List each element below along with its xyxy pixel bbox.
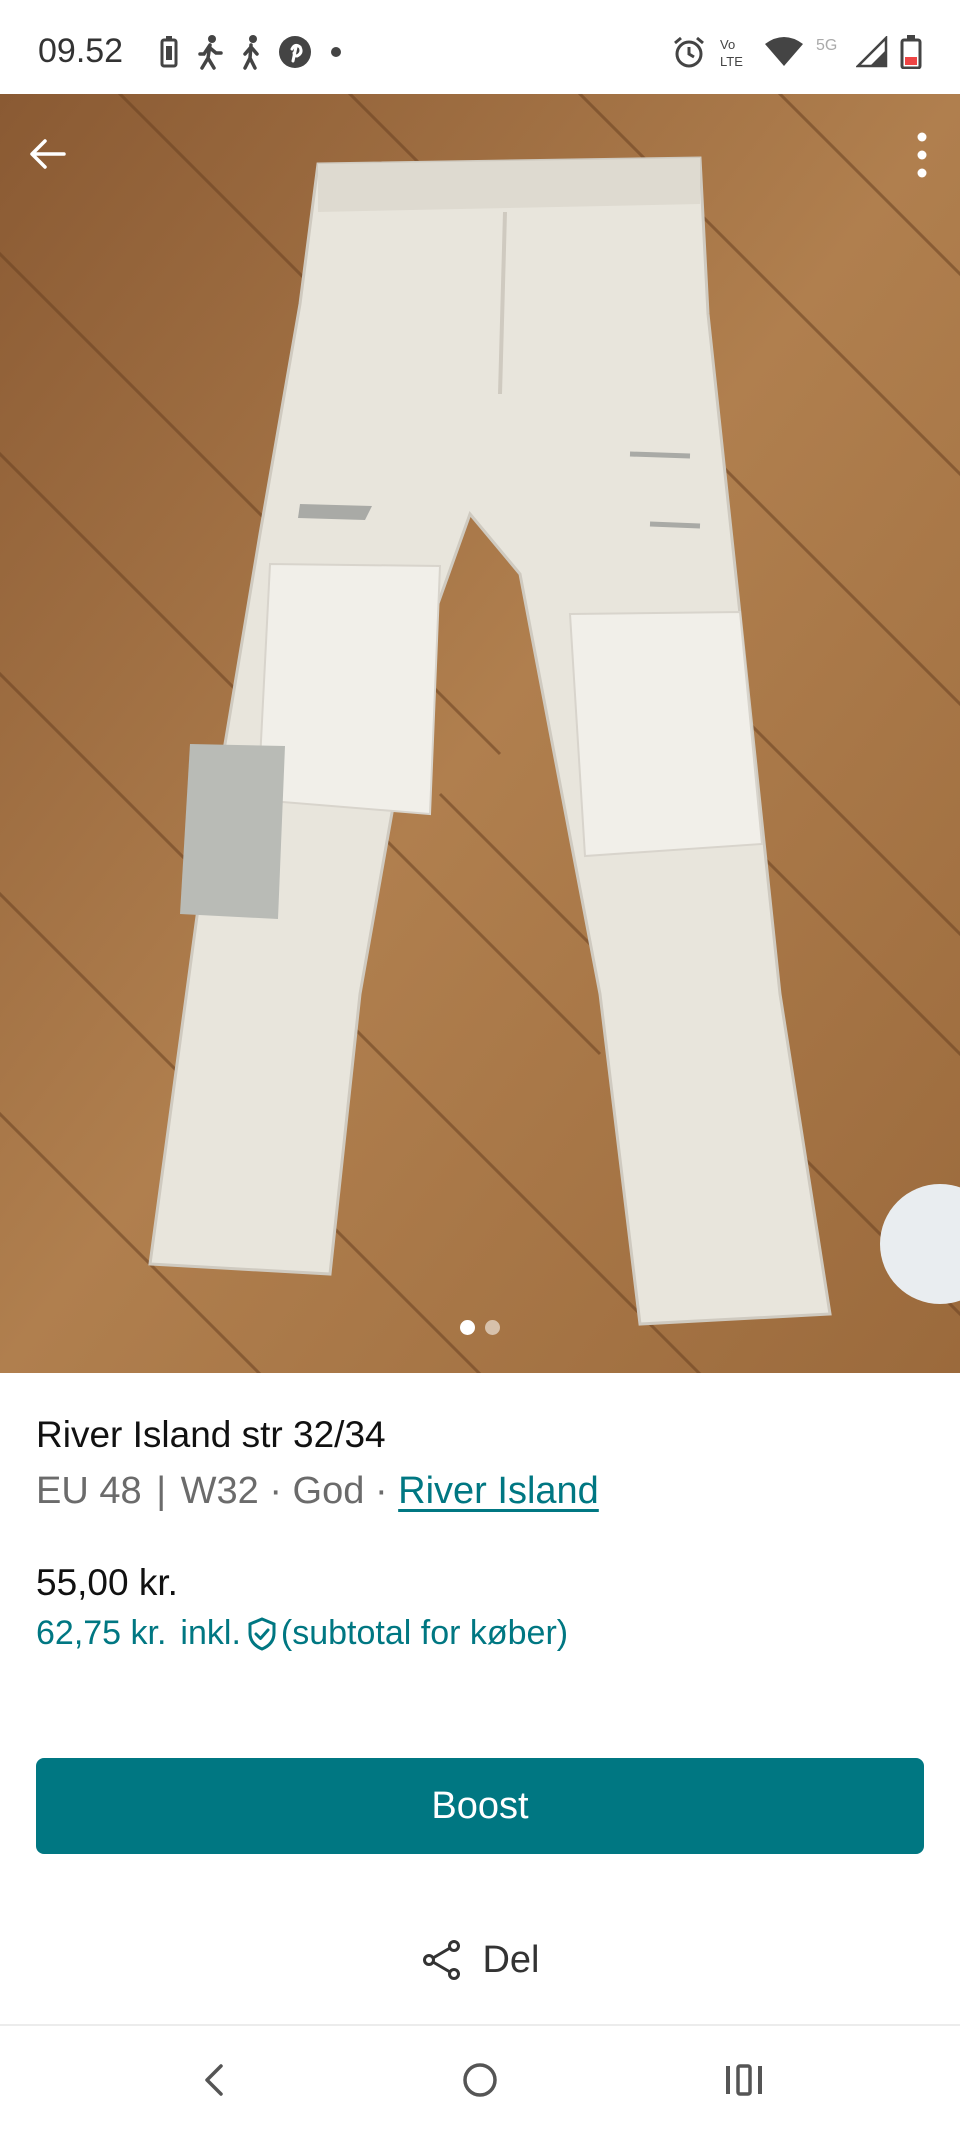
battery-saver-icon [160,36,178,68]
carousel-dot[interactable] [485,1320,500,1335]
more-options-button[interactable] [900,128,944,182]
nav-back-button[interactable] [184,2050,244,2110]
svg-text:5G: 5G [816,37,837,54]
waist-label: W32 [180,1470,259,1512]
listing-meta: EU 48 | W32 · God · River Island [36,1470,599,1513]
alarm-icon [674,36,704,68]
wifi-icon [765,37,803,66]
svg-text:Vo: Vo [720,37,735,52]
nav-home-button[interactable] [450,2050,510,2110]
system-nav-bar [0,2026,960,2133]
meta-bullet: · [374,1470,388,1512]
brand-link[interactable]: River Island [398,1470,599,1512]
arrow-left-icon [30,139,66,169]
meta-divider: | [156,1470,167,1512]
shield-check-icon [248,1616,276,1651]
dot-icon [331,47,341,57]
price: 55,00 kr. [36,1562,178,1603]
back-button[interactable] [24,130,72,178]
chevron-left-icon [205,2064,223,2096]
pinterest-icon [279,36,311,68]
5g-icon: 5G [816,37,837,54]
status-left-icons [158,34,346,70]
share-button[interactable]: Del [0,1930,960,1990]
walking-icon [198,35,223,70]
volte-icon: Vo LTE [720,37,743,69]
size-label: EU 48 [36,1470,142,1512]
listing-title: River Island str 32/34 [36,1414,386,1455]
status-bar: 09.52 Vo LTE 5G [0,0,960,94]
buyer-incl-label: inkl. [180,1614,241,1652]
meta-bullet: · [269,1470,282,1512]
buyer-price-row[interactable]: 62,75 kr. inkl. (subtotal for køber) [36,1614,568,1653]
jeans-photo [0,94,960,1373]
svg-text:LTE: LTE [720,54,743,69]
condition-label: God [292,1470,365,1512]
boost-button[interactable]: Boost [36,1758,924,1854]
buyer-note: (subtotal for køber) [280,1614,569,1652]
home-circle-icon [463,2063,497,2097]
walking-icon [243,35,259,70]
recents-icon [726,2064,762,2096]
share-label: Del [482,1938,540,1981]
buyer-price: 62,75 kr. [36,1614,167,1652]
nav-recents-button[interactable] [714,2050,774,2110]
listing-photo[interactable] [0,94,960,1373]
status-time: 09.52 [38,32,124,70]
signal-icon [856,36,888,68]
share-icon [423,1940,461,1980]
carousel-indicator [0,1320,960,1335]
more-vert-icon [917,132,927,178]
status-right-icons: Vo LTE 5G [672,34,922,70]
carousel-dot-active[interactable] [460,1320,475,1335]
battery-icon [900,35,922,69]
